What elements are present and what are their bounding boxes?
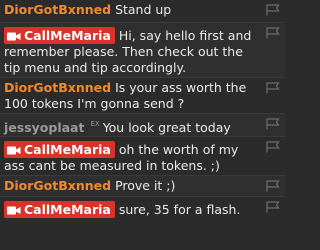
- chat-message: CallMeMaria Hi, say hello first and remem…: [0, 23, 285, 78]
- broadcaster-badge[interactable]: CallMeMaria: [4, 141, 115, 158]
- flag-icon[interactable]: [266, 201, 280, 213]
- message-text: Stand up: [115, 2, 172, 17]
- message-text: Prove it ;): [115, 178, 176, 193]
- flag-icon[interactable]: [266, 82, 280, 94]
- username: CallMeMaria: [24, 142, 111, 157]
- flag-icon[interactable]: [266, 118, 280, 130]
- username[interactable]: DiorGotBxnned: [4, 80, 111, 95]
- camera-icon: [7, 32, 21, 41]
- username: CallMeMaria: [24, 202, 111, 217]
- camera-icon: [7, 146, 21, 155]
- flag-icon[interactable]: [266, 27, 280, 39]
- broadcaster-badge[interactable]: CallMeMaria: [4, 201, 115, 218]
- chat-message: CallMeMaria sure, 35 for a flash.: [0, 197, 285, 225]
- message-text: sure, 35 for a flash.: [118, 202, 241, 217]
- camera-icon: [7, 206, 21, 215]
- broadcaster-badge[interactable]: CallMeMaria: [4, 27, 115, 44]
- flag-icon[interactable]: [266, 141, 280, 153]
- flag-icon[interactable]: [266, 180, 280, 192]
- flag-icon[interactable]: [266, 4, 280, 16]
- chat-message: jessyoplaat EX You look great today: [0, 114, 285, 137]
- username: CallMeMaria: [24, 28, 111, 43]
- chat-message: DiorGotBxnned Prove it ;): [0, 176, 285, 197]
- chat-message: CallMeMaria oh the worth of my ass cant b…: [0, 137, 285, 176]
- message-text: You look great today: [102, 120, 231, 135]
- user-tag: EX: [90, 120, 100, 128]
- chat-message: DiorGotBxnned Is your ass worth the 100 t…: [0, 78, 285, 114]
- chat-panel: DiorGotBxnned Stand up CallMeMaria Hi, say…: [0, 0, 285, 250]
- username[interactable]: jessyoplaat: [4, 120, 84, 135]
- username[interactable]: DiorGotBxnned: [4, 178, 111, 193]
- chat-message: DiorGotBxnned Stand up: [0, 0, 285, 23]
- username[interactable]: DiorGotBxnned: [4, 2, 111, 17]
